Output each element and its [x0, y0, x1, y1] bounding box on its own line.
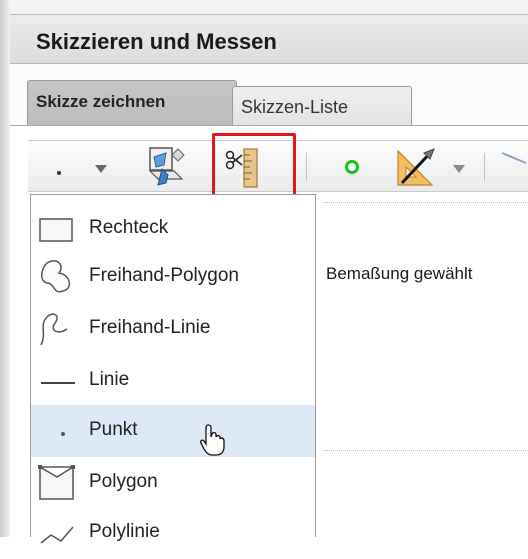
menu-item-label: Linie — [89, 369, 130, 390]
panel-title: Skizzieren und Messen — [36, 29, 277, 54]
line-icon — [37, 359, 79, 401]
menu-item-label: Polylinie — [89, 521, 160, 542]
menu-item-polylinie[interactable]: Polylinie — [31, 507, 315, 559]
content-area: Bemaßung gewählt — [320, 194, 528, 537]
toolbar-separator — [484, 153, 485, 181]
top-strip — [10, 0, 528, 14]
menu-item-linie[interactable]: Linie — [31, 355, 315, 407]
menu-item-label: Freihand-Linie — [89, 317, 211, 338]
polyline-icon — [37, 511, 79, 553]
partial-tool-icon[interactable] — [498, 149, 528, 190]
panel-left-border — [0, 0, 10, 537]
tab-bar: Skizze zeichnen Skizzen-Liste — [10, 64, 528, 126]
dotted-divider — [324, 202, 528, 203]
polygon-icon — [37, 461, 79, 503]
highlight-box — [212, 133, 296, 198]
menu-item-polygon[interactable]: Polygon — [31, 457, 315, 509]
geometry-dropdown-menu: Rechteck Freihand-Polygon Freihand-Linie… — [30, 194, 316, 544]
freehand-line-icon — [37, 307, 79, 349]
menu-item-freihand-linie[interactable]: Freihand-Linie — [31, 303, 315, 355]
toolbar-separator — [306, 153, 307, 181]
dotted-divider — [324, 450, 528, 451]
panel-header: Skizzieren und Messen — [10, 14, 528, 64]
freehand-polygon-icon — [37, 255, 79, 297]
menu-item-freihand-polygon[interactable]: Freihand-Polygon — [31, 251, 315, 303]
menu-item-rechteck[interactable]: Rechteck — [31, 203, 315, 255]
rectangle-icon — [37, 207, 79, 249]
menu-item-label: Freihand-Polygon — [89, 265, 239, 286]
green-circle-icon[interactable] — [344, 159, 360, 180]
dropdown-arrow-icon[interactable] — [94, 161, 108, 179]
menu-item-punkt[interactable]: Punkt — [31, 405, 315, 457]
menu-item-label: Punkt — [89, 419, 138, 440]
content-text: Bemaßung gewählt — [326, 264, 473, 283]
dropdown-arrow-icon[interactable] — [452, 161, 466, 179]
tab-label: Skizze zeichnen — [36, 92, 166, 111]
point-icon — [37, 409, 79, 451]
tab-label: Skizzen-Liste — [241, 97, 349, 117]
menu-item-label: Polygon — [89, 471, 158, 492]
sketch-measure-panel: Skizzieren und Messen Skizze zeichnen Sk… — [0, 0, 528, 544]
angle-ruler-icon[interactable] — [394, 145, 438, 194]
menu-item-label: Rechteck — [89, 217, 169, 238]
point-draw-icon[interactable] — [56, 163, 62, 175]
sketch-edit-icon[interactable] — [144, 145, 188, 194]
tab-skizzen-liste[interactable]: Skizzen-Liste — [232, 86, 412, 125]
tab-skizze-zeichnen[interactable]: Skizze zeichnen — [27, 80, 237, 125]
